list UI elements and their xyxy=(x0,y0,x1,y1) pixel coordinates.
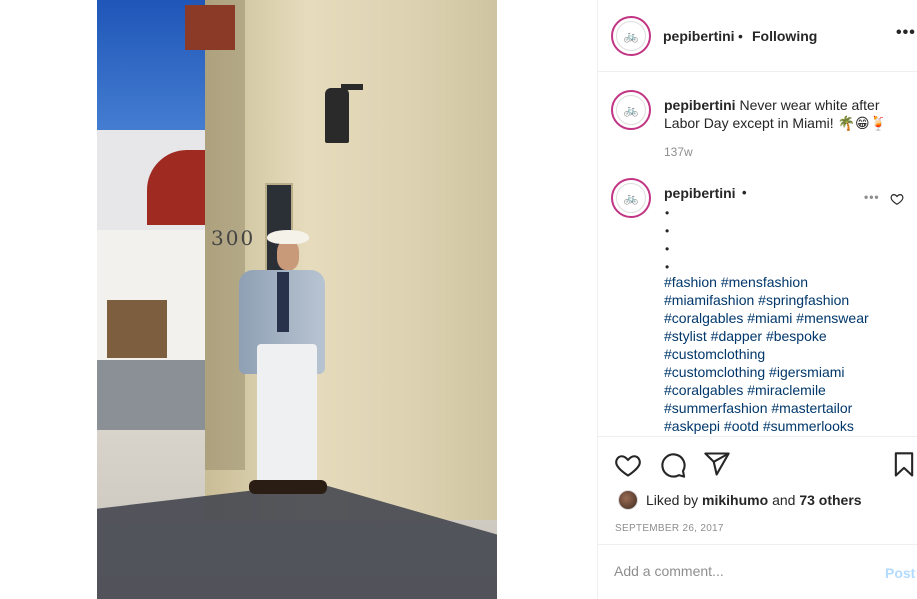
following-button[interactable]: Following xyxy=(752,28,817,44)
photo-lamp xyxy=(325,88,349,143)
caption-avatar[interactable]: 🚲 xyxy=(611,90,651,130)
post-actions: Liked by mikihumo and 73 others SEPTEMBE… xyxy=(598,436,917,544)
photo-door xyxy=(107,300,167,358)
comment-avatar[interactable]: 🚲 xyxy=(611,178,651,218)
hashtag-list: #fashion #mensfashion #miamifashion #spr… xyxy=(664,273,904,435)
comment-username[interactable]: pepibertini xyxy=(664,185,736,201)
caption-timestamp[interactable]: 137w xyxy=(664,145,693,159)
caption-username[interactable]: pepibertini xyxy=(664,97,736,113)
photo-man-pants xyxy=(257,344,317,484)
hashtag-line[interactable]: #askpepi #ootd #summerlooks xyxy=(664,417,904,435)
hashtag-line[interactable]: #fashion #mensfashion xyxy=(664,273,904,291)
photo-man-shoes xyxy=(249,480,327,494)
likes-count[interactable]: 73 others xyxy=(799,492,861,508)
bicycle-icon: 🚲 xyxy=(623,29,639,43)
comment-separator: • xyxy=(742,185,747,200)
photo-building-number: 300 xyxy=(211,226,256,250)
likes-text: Liked by mikihumo and 73 others xyxy=(646,492,862,508)
bullet-line: • xyxy=(665,242,670,256)
heart-icon[interactable] xyxy=(614,451,642,479)
bullet-line: • xyxy=(665,224,670,238)
hashtag-line[interactable]: #coralgables #miami #menswear xyxy=(664,309,904,327)
hashtag-line[interactable]: #stylist #dapper #bespoke xyxy=(664,327,904,345)
header-separator: • xyxy=(738,28,743,44)
liked-by-and: and xyxy=(772,492,796,508)
hashtag-line[interactable]: #miamifashion #springfashion xyxy=(664,291,904,309)
photo-wall xyxy=(205,0,497,520)
post-comment-button[interactable]: Post xyxy=(885,565,915,581)
bookmark-icon[interactable] xyxy=(890,451,917,479)
photo-road xyxy=(97,360,207,440)
hashtag-line[interactable]: #customclothing #igersmiami xyxy=(664,363,904,381)
avatar-logo: 🚲 xyxy=(616,183,646,213)
comment-icon[interactable] xyxy=(659,451,687,479)
post-photo[interactable]: 300 xyxy=(97,0,497,599)
avatar-logo: 🚲 xyxy=(616,21,646,51)
more-options-icon[interactable]: ••• xyxy=(896,24,916,42)
photo-wall-box xyxy=(185,5,235,50)
comment-input[interactable] xyxy=(614,563,864,579)
liked-by-prefix: Liked by xyxy=(646,492,699,508)
hashtag-line[interactable]: #coralgables #miraclemile xyxy=(664,381,904,399)
photo-man-hat xyxy=(267,230,309,244)
header-username[interactable]: pepibertini xyxy=(663,28,735,44)
post-date[interactable]: SEPTEMBER 26, 2017 xyxy=(615,523,724,534)
avatar-logo: 🚲 xyxy=(616,95,646,125)
add-comment-bar: Post xyxy=(598,544,917,599)
caption-text-block: pepibertini Never wear white after Labor… xyxy=(664,96,909,132)
hashtag-line[interactable]: #customclothing xyxy=(664,345,904,363)
header-avatar[interactable]: 🚲 xyxy=(611,16,651,56)
post-side-panel: 🚲 pepibertini • Following ••• 🚲 pepibert… xyxy=(597,0,917,599)
photo-man-shirt xyxy=(277,272,289,332)
bullet-line: • xyxy=(665,206,670,220)
photo-man-face xyxy=(277,240,299,270)
comment-bullets: • • • • xyxy=(665,204,669,276)
post-header: 🚲 pepibertini • Following ••• xyxy=(598,0,917,72)
comment-like-heart-icon[interactable] xyxy=(890,192,904,206)
bicycle-icon: 🚲 xyxy=(623,103,639,117)
share-icon[interactable] xyxy=(703,450,731,478)
liker-avatar[interactable] xyxy=(618,490,638,510)
bicycle-icon: 🚲 xyxy=(623,191,639,205)
liked-by-user[interactable]: mikihumo xyxy=(702,492,768,508)
hashtag-line[interactable]: #summerfashion #mastertailor xyxy=(664,399,904,417)
comment-more-icon[interactable]: ••• xyxy=(864,190,880,204)
